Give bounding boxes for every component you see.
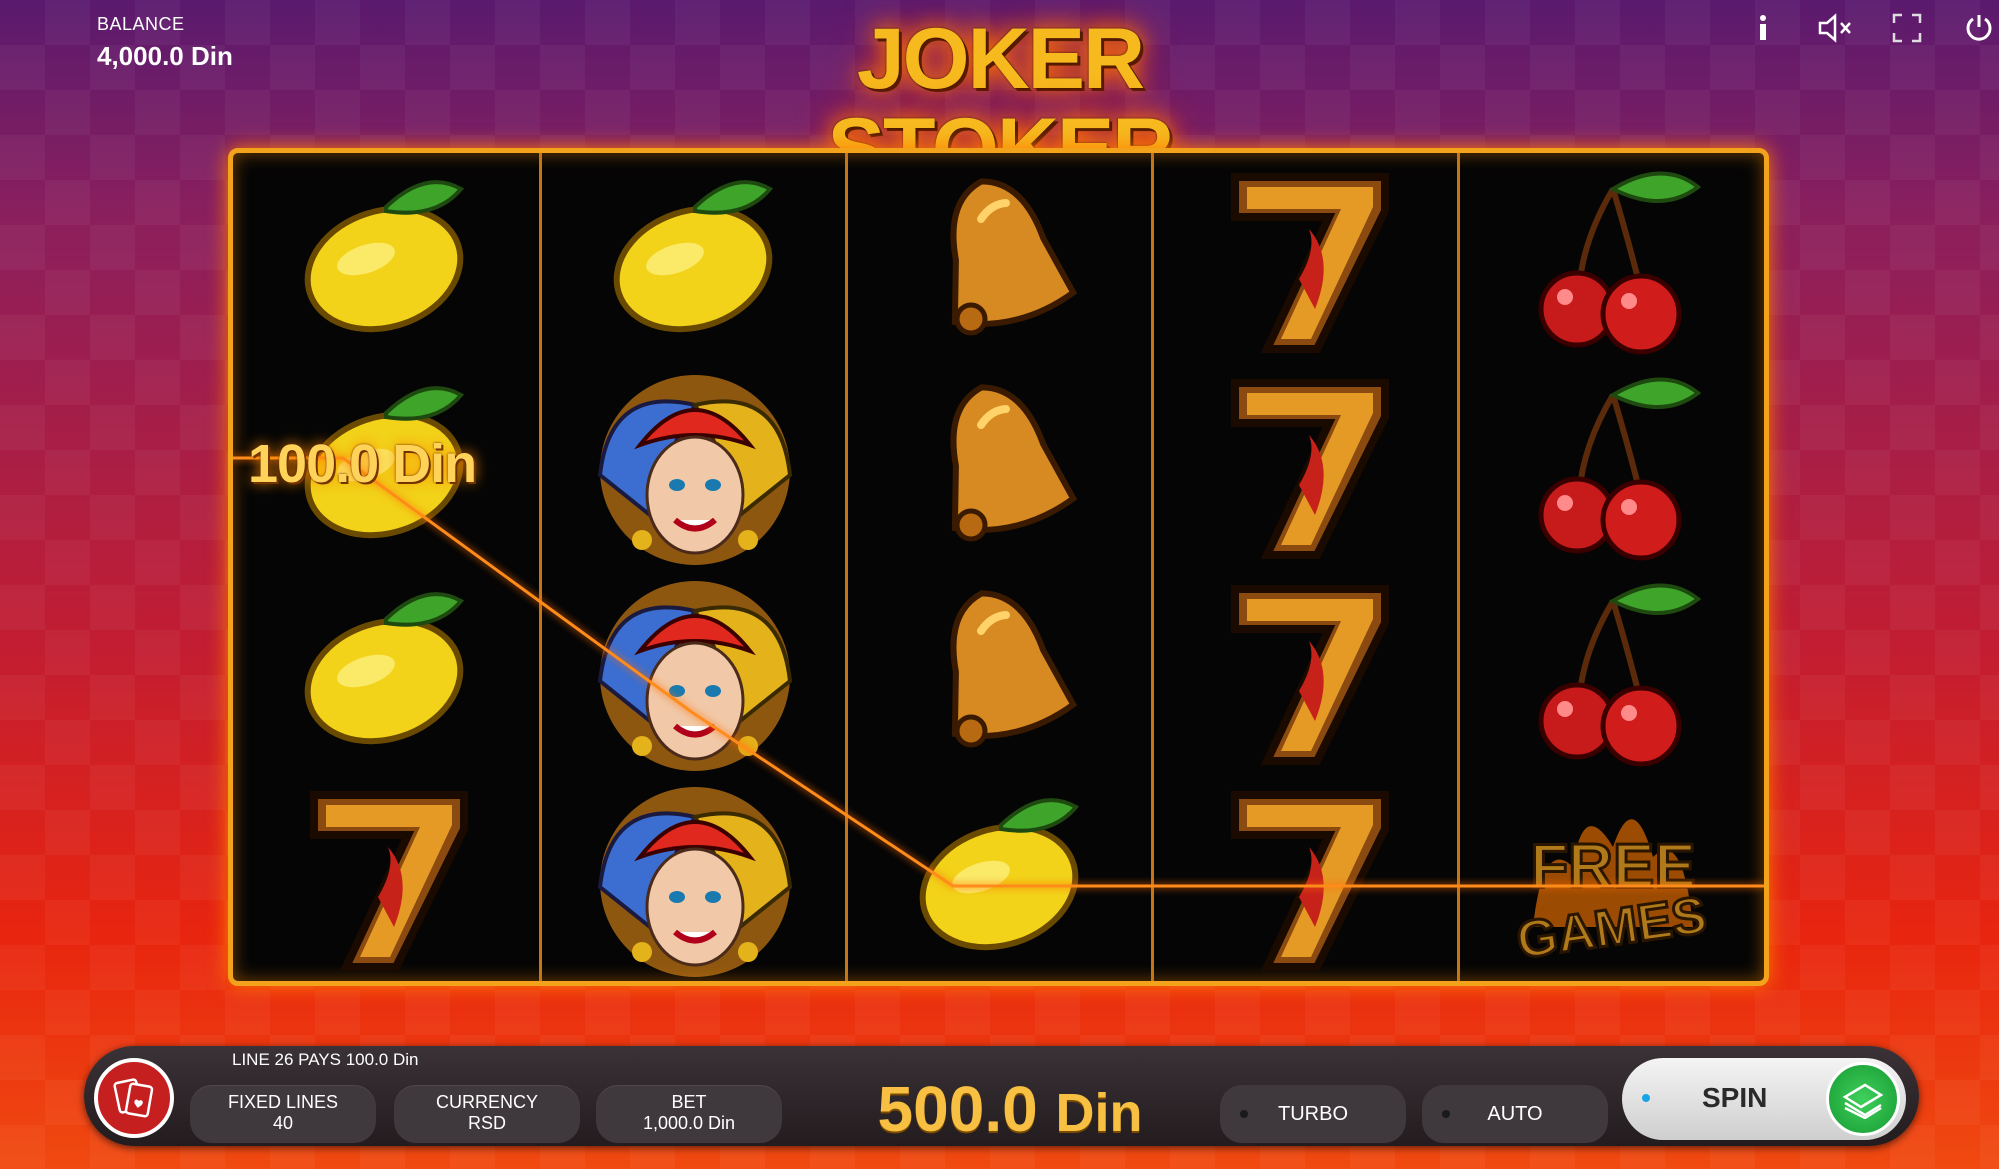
cherry-symbol — [1460, 159, 1764, 365]
currency-display: CURRENCY RSD — [394, 1085, 580, 1143]
line-pays-info: LINE 26 PAYS 100.0 Din — [232, 1050, 419, 1069]
bet-selector[interactable]: BET 1,000.0 Din — [596, 1085, 782, 1143]
lemon-symbol — [233, 159, 538, 365]
spin-button[interactable]: SPIN — [1622, 1058, 1906, 1140]
joker-symbol — [542, 365, 847, 571]
line-win-label: 100.0 Din — [248, 434, 477, 494]
lemon-symbol — [848, 777, 1153, 981]
fixed-lines-label: FIXED LINES — [227, 1092, 339, 1112]
reel-3 — [845, 153, 1153, 981]
bet-value: 1,000.0 Din — [642, 1113, 736, 1133]
seven-symbol — [1154, 365, 1459, 571]
bell-symbol — [848, 571, 1153, 777]
reel-1 — [233, 153, 538, 981]
lemon-symbol — [233, 571, 538, 777]
total-win-currency: Din — [1055, 1083, 1143, 1143]
joker-symbol — [542, 571, 847, 777]
turbo-indicator — [1240, 1110, 1248, 1118]
seven-symbol — [1154, 571, 1459, 777]
joker-symbol — [542, 777, 847, 981]
reel-2 — [539, 153, 847, 981]
total-win-display: 500.0 Din — [850, 1072, 1170, 1145]
free-games-symbol: FREE GAMES — [1460, 777, 1764, 981]
auto-toggle[interactable]: AUTO — [1422, 1085, 1608, 1143]
cherry-symbol — [1460, 571, 1764, 777]
cards-icon — [113, 1078, 154, 1118]
game-logo: JOKER STOKER — [680, 14, 1320, 194]
spin-label: SPIN — [1702, 1082, 1768, 1113]
balance-value: 4,000.0 Din — [97, 41, 233, 71]
fullscreen-icon[interactable] — [1887, 8, 1927, 48]
balance-label: BALANCE — [97, 14, 185, 34]
balance-display: BALANCE 4,000.0 Din — [97, 14, 233, 72]
fixed-lines-value: 40 — [272, 1113, 294, 1133]
bet-label: BET — [671, 1092, 707, 1112]
bell-symbol — [848, 159, 1153, 365]
paytable-button[interactable] — [94, 1058, 174, 1138]
seven-symbol — [1154, 159, 1459, 365]
money-icon[interactable] — [1826, 1062, 1900, 1136]
currency-label: CURRENCY — [435, 1092, 538, 1112]
seven-symbol — [1154, 777, 1459, 981]
fixed-lines-display: FIXED LINES 40 — [190, 1085, 376, 1143]
reels-frame: FREE GAMES — [228, 148, 1769, 986]
total-win-amount: 500.0 — [877, 1073, 1038, 1145]
reel-5: FREE GAMES — [1457, 153, 1764, 981]
info-icon[interactable] — [1743, 8, 1783, 48]
power-icon[interactable] — [1959, 8, 1999, 48]
bell-symbol — [848, 365, 1153, 571]
currency-value: RSD — [467, 1113, 506, 1133]
top-toolbar — [1739, 8, 1999, 48]
cherry-symbol — [1460, 365, 1764, 571]
turbo-toggle[interactable]: TURBO — [1220, 1085, 1406, 1143]
turbo-label: TURBO — [1278, 1102, 1348, 1125]
sound-off-icon[interactable] — [1815, 8, 1855, 48]
auto-indicator — [1442, 1110, 1450, 1118]
reel-4 — [1151, 153, 1459, 981]
auto-label: AUTO — [1487, 1102, 1543, 1125]
lemon-symbol — [542, 159, 847, 365]
seven-symbol — [233, 777, 538, 981]
spin-indicator — [1642, 1094, 1650, 1102]
